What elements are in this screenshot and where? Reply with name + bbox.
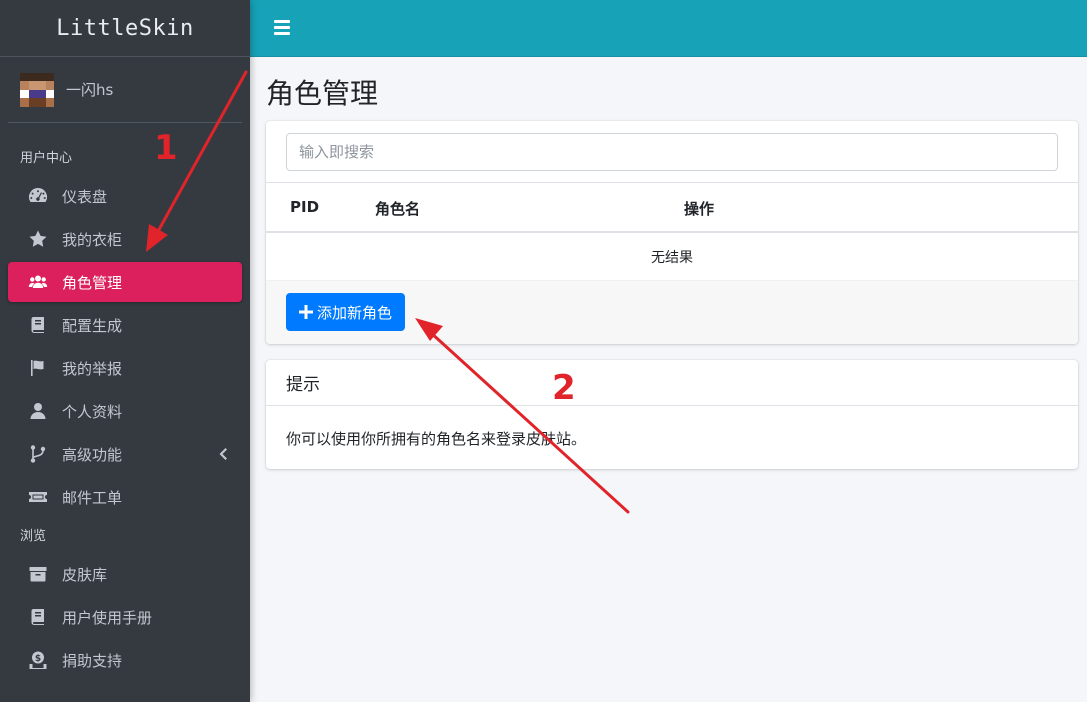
sidebar-item-config-generator[interactable]: 配置生成 [8,305,242,345]
annotation-marker-1: 1 [154,128,178,168]
donate-icon: $ [26,650,50,670]
sidebar-item-advanced[interactable]: 高级功能 [8,434,242,474]
ticket-icon [26,487,50,507]
sidebar-item-label: 高级功能 [62,445,123,464]
user-name: 一闪hs [66,81,114,99]
brand-link[interactable]: LittleSkin [0,0,250,57]
sidebar-item-label: 用户使用手册 [62,608,153,627]
sidebar-item-dashboard[interactable]: 仪表盘 [8,176,242,216]
sidebar-item-label: 仪表盘 [62,187,108,206]
column-header-pid: PID [290,198,320,216]
code-branch-icon [26,444,50,464]
archive-icon [26,564,50,584]
search-bar [266,121,1078,183]
sidebar-item-donate[interactable]: $ 捐助支持 [8,640,242,680]
star-icon [26,229,50,249]
column-header-player-name: 角色名 [375,200,421,218]
nav-header-user-center: 用户中心 [20,151,73,166]
sidebar-item-label: 邮件工单 [62,488,123,507]
annotation-marker-2: 2 [552,368,576,408]
chevron-left-icon[interactable] [218,446,228,462]
add-player-button[interactable]: 添加新角色 [286,293,406,331]
sidebar-item-players[interactable]: 角色管理 [8,262,242,302]
sidebar-item-label: 捐助支持 [62,651,123,670]
sidebar-item-label: 配置生成 [62,316,123,335]
sidebar-item-reports[interactable]: 我的举报 [8,348,242,388]
svg-text:$: $ [35,654,41,664]
table-header: PID 角色名 操作 [266,183,1078,233]
book-icon [26,315,50,335]
add-player-label: 添加新角色 [317,303,393,322]
sidebar-item-tickets[interactable]: 邮件工单 [8,477,242,517]
tip-card: 提示 你可以使用你所拥有的角色名来登录皮肤站。 [266,360,1078,469]
top-navbar [250,0,1087,57]
tachometer-icon [26,186,50,206]
sidebar-item-skinlib[interactable]: 皮肤库 [8,554,242,594]
column-header-operations: 操作 [684,200,715,218]
sidebar-item-profile[interactable]: 个人资料 [8,391,242,431]
user-panel[interactable]: 一闪hs [8,57,242,123]
players-card: PID 角色名 操作 无结果 添加新角色 [266,121,1078,344]
tip-body: 你可以使用你所拥有的角色名来登录皮肤站。 [286,430,587,448]
book-icon [26,607,50,627]
empty-table-message: 无结果 [266,233,1078,281]
sidebar-item-wardrobe[interactable]: 我的衣柜 [8,219,242,259]
sidebar-item-label: 我的衣柜 [62,230,123,249]
page-title: 角色管理 [266,77,379,110]
brand-logo-text: LittleSkin [56,15,194,41]
card-footer: 添加新角色 [266,281,1078,344]
sidebar-item-label: 皮肤库 [62,565,108,584]
nav-header-browse: 浏览 [20,529,47,544]
sidebar-item-label: 角色管理 [62,273,123,292]
plus-icon [299,305,313,319]
tip-title: 提示 [266,360,1078,406]
search-input[interactable] [286,133,1058,171]
menu-toggle-icon[interactable] [274,20,290,36]
sidebar-item-manual[interactable]: 用户使用手册 [8,597,242,637]
flag-icon [26,358,50,378]
users-icon [26,272,50,292]
sidebar: LittleSkin 一闪hs 用户中心 仪表盘 我的衣柜 角色管理 配置生成 … [0,0,250,702]
avatar [20,72,54,107]
sidebar-item-label: 个人资料 [62,402,123,421]
sidebar-item-label: 我的举报 [62,359,123,378]
user-icon [26,401,50,421]
